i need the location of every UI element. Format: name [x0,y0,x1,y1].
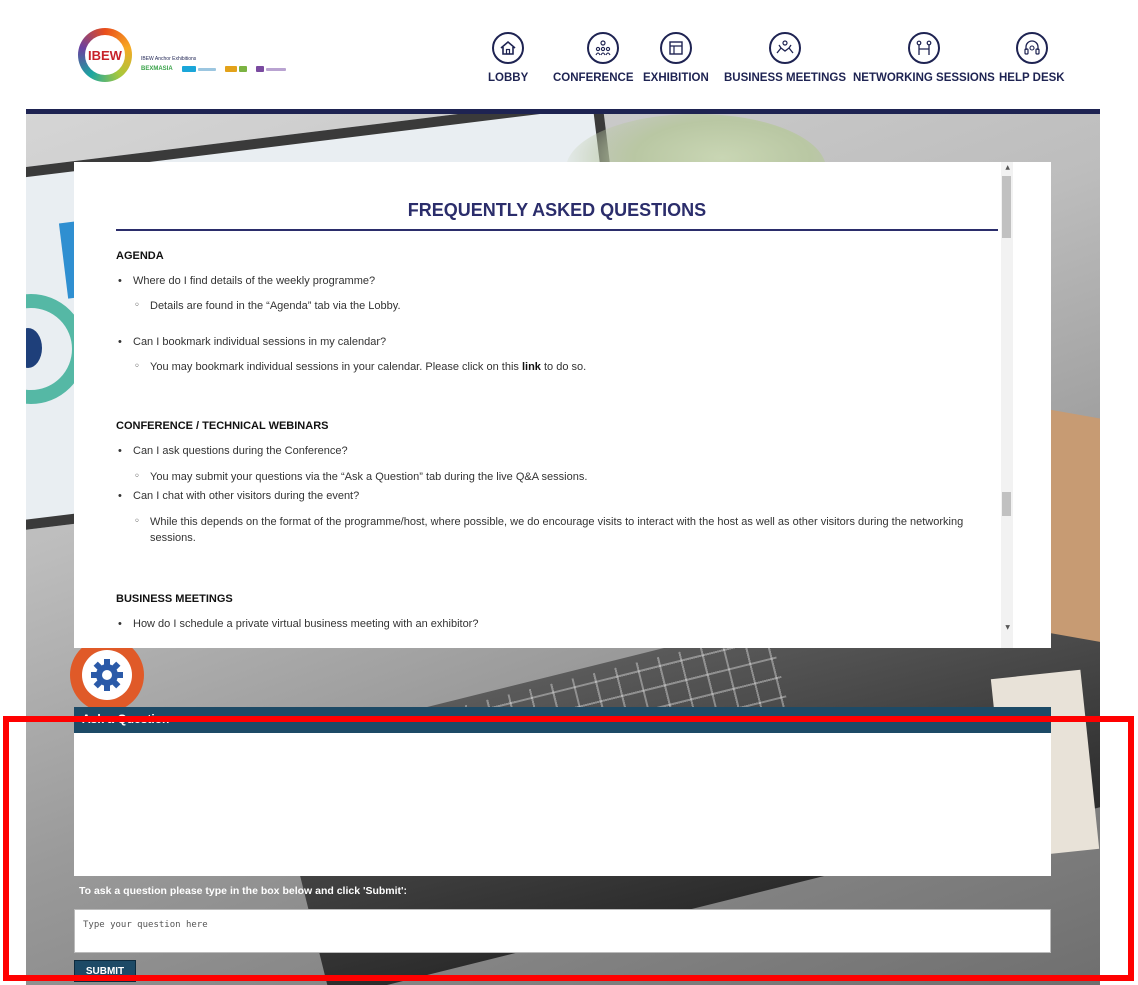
question-input[interactable] [74,909,1051,953]
nav-lobby[interactable]: LOBBY [488,32,528,92]
questions-display-area [74,733,1051,876]
header-divider [26,109,1100,114]
faq-answer-text: to do so. [540,361,587,373]
home-icon [492,32,525,64]
booth-icon [659,32,692,64]
water-expo-logo[interactable] [181,66,216,72]
nav-conference-label: CONFERENCE [553,72,634,84]
ask-question-header: Ask a Question [74,707,1051,733]
nav-business-meetings[interactable]: BUSINESS MEETINGS [724,32,846,92]
calendar-bookmark-link[interactable]: link [522,361,541,373]
faq-title-underline [116,229,998,231]
ask-instruction: To ask a question please type in the box… [79,885,408,897]
faq-scrollbar-thumb[interactable] [1002,492,1011,516]
ask-question-title: Ask a Question [82,712,170,726]
logo-text: IBEW [85,35,125,75]
faq-answer: You may submit your questions via the “A… [134,469,587,485]
nav-networking-sessions-label: NETWORKING SESSIONS [853,72,995,84]
headset-icon [1015,32,1048,64]
faq-scrollbar-thumb[interactable] [1002,176,1011,238]
faq-panel[interactable]: FREQUENTLY ASKED QUESTIONS AGENDA Where … [74,162,1051,648]
faq-section-heading: AGENDA [116,250,164,262]
faq-section-heading: BUSINESS MEETINGS [116,593,233,605]
nav-exhibition[interactable]: EXHIBITION [643,32,709,92]
nav-business-meetings-label: BUSINESS MEETINGS [724,72,847,84]
bio-logo[interactable] [224,66,247,72]
scroll-up-arrow-icon[interactable]: ▲ [1005,164,1010,171]
audience-icon [587,32,620,64]
scroll-down-arrow-icon[interactable]: ▼ [1005,624,1010,631]
bexasia-logo[interactable]: BEXMASIA [141,66,173,72]
faq-title: FREQUENTLY ASKED QUESTIONS [407,200,707,220]
nav-conference[interactable]: CONFERENCE [553,32,634,92]
faq-question: Can I bookmark individual sessions in my… [118,336,386,348]
submit-button[interactable]: SUBMIT [74,960,136,982]
nav-help-desk[interactable]: HELP DESK [999,32,1065,92]
energy-logo[interactable] [255,66,286,72]
anchor-exhibition-logos: BEXMASIA [141,66,286,72]
faq-question: How do I schedule a private virtual busi… [118,618,478,630]
people-network-icon [907,32,940,64]
faq-answer: While this depends on the format of the … [134,514,970,546]
gear-icon [70,638,144,712]
anchor-exhibitions-title: IBEW Anchor Exhibitions [141,56,197,62]
faq-question: Can I chat with other visitors during th… [118,490,359,502]
screenshot: H IB [0,0,1138,985]
faq-question: Where do I find details of the weekly pr… [118,275,375,287]
nav-exhibition-label: EXHIBITION [643,72,709,84]
nav-networking-sessions[interactable]: NETWORKING SESSIONS [853,32,995,92]
faq-answer-text: You may bookmark individual sessions in … [150,361,522,373]
handshake-icon [769,32,802,64]
nav-lobby-label: LOBBY [488,72,529,84]
faq-answer: You may bookmark individual sessions in … [134,359,587,375]
ibew-logo[interactable]: IBEW [78,28,132,82]
faq-question: Can I ask questions during the Conferenc… [118,445,348,457]
faq-section-heading: CONFERENCE / TECHNICAL WEBINARS [116,420,329,432]
nav-help-desk-label: HELP DESK [999,72,1065,84]
faq-answer: Details are found in the “Agenda” tab vi… [134,298,400,314]
